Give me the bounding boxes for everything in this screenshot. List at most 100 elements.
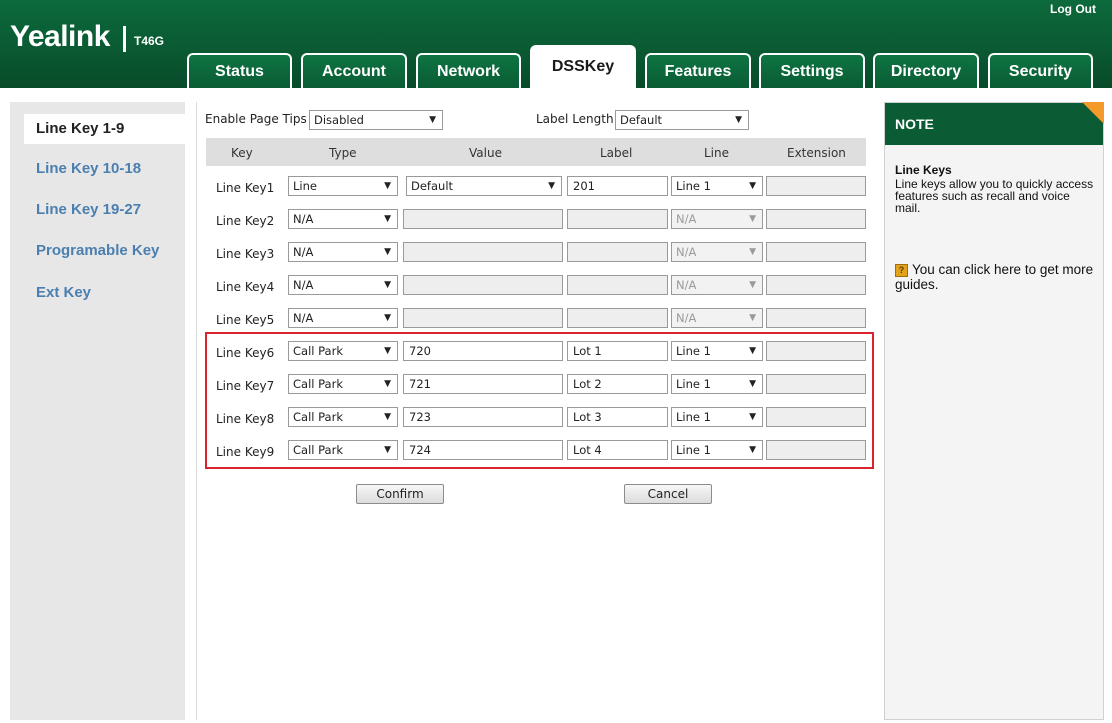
- label-input[interactable]: Lot 4: [567, 440, 668, 460]
- tab-account[interactable]: Account: [301, 53, 407, 88]
- type-select[interactable]: N/A ▼: [288, 308, 398, 328]
- line-select[interactable]: N/A ▼: [671, 209, 763, 229]
- page-tips-label: Enable Page Tips: [205, 112, 307, 126]
- guides-link-text: You can click here to get more guides.: [895, 262, 1094, 292]
- tab-dsskey[interactable]: DSSKey: [530, 45, 636, 90]
- extension-input[interactable]: [766, 341, 866, 361]
- line-select[interactable]: Line 1 ▼: [671, 341, 763, 361]
- line-select[interactable]: N/A ▼: [671, 275, 763, 295]
- extension-input[interactable]: [766, 407, 866, 427]
- sidebar-item-line-key-1-9[interactable]: Line Key 1-9: [24, 114, 185, 144]
- value-input[interactable]: [403, 308, 563, 328]
- type-select[interactable]: Call Park ▼: [288, 374, 398, 394]
- page-tips-select[interactable]: Disabled ▼: [309, 110, 443, 130]
- extension-input[interactable]: [766, 242, 866, 262]
- sidebar-item-line-key-19-27[interactable]: Line Key 19-27: [36, 201, 141, 218]
- line-value: Line 1: [676, 443, 711, 457]
- label-length-select[interactable]: Default ▼: [615, 110, 749, 130]
- label-input[interactable]: Lot 3: [567, 407, 668, 427]
- label-input[interactable]: [567, 209, 668, 229]
- sidebar-item-line-key-10-18[interactable]: Line Key 10-18: [36, 160, 141, 177]
- column-header-value: Value: [469, 146, 502, 160]
- extension-input[interactable]: [766, 176, 866, 196]
- extension-input[interactable]: [766, 209, 866, 229]
- column-header-type: Type: [329, 146, 357, 160]
- type-select[interactable]: N/A ▼: [288, 209, 398, 229]
- type-value: N/A: [293, 311, 314, 325]
- extension-input[interactable]: [766, 374, 866, 394]
- value-input[interactable]: 721: [403, 374, 563, 394]
- dropdown-arrow-icon: ▼: [384, 247, 391, 257]
- value-input[interactable]: 724: [403, 440, 563, 460]
- line-value: N/A: [676, 212, 697, 226]
- value-text: Default: [411, 179, 454, 193]
- value-select[interactable]: Default ▼: [406, 176, 562, 196]
- type-select[interactable]: N/A ▼: [288, 275, 398, 295]
- value-input[interactable]: [403, 242, 563, 262]
- tab-features[interactable]: Features: [645, 53, 751, 88]
- label-input[interactable]: [567, 308, 668, 328]
- type-select[interactable]: N/A ▼: [288, 242, 398, 262]
- tab-directory[interactable]: Directory: [873, 53, 979, 88]
- sidebar-item-programable-key[interactable]: Programable Key: [36, 242, 159, 259]
- cancel-button[interactable]: Cancel: [624, 484, 712, 504]
- tab-network[interactable]: Network: [416, 53, 521, 88]
- dropdown-arrow-icon: ▼: [548, 181, 555, 191]
- dropdown-arrow-icon: ▼: [384, 181, 391, 191]
- type-select[interactable]: Line ▼: [288, 176, 398, 196]
- column-header-label: Label: [600, 146, 633, 160]
- dropdown-arrow-icon: ▼: [384, 346, 391, 356]
- type-value: N/A: [293, 278, 314, 292]
- row-key-label: Line Key2: [216, 214, 275, 228]
- type-select[interactable]: Call Park ▼: [288, 407, 398, 427]
- page-tips-value: Disabled: [314, 113, 364, 127]
- dropdown-arrow-icon: ▼: [384, 280, 391, 290]
- value-input[interactable]: 720: [403, 341, 563, 361]
- label-input[interactable]: [567, 242, 668, 262]
- value-input[interactable]: [403, 275, 563, 295]
- confirm-button[interactable]: Confirm: [356, 484, 444, 504]
- type-value: Call Park: [293, 443, 343, 457]
- model-name: T46G: [134, 34, 165, 48]
- value-input[interactable]: 723: [403, 407, 563, 427]
- label-input[interactable]: 201: [567, 176, 668, 196]
- line-select[interactable]: N/A ▼: [671, 308, 763, 328]
- line-select[interactable]: Line 1 ▼: [671, 176, 763, 196]
- label-length-label: Label Length: [536, 112, 614, 126]
- logout-link[interactable]: Log Out: [1050, 2, 1096, 16]
- row-key-label: Line Key3: [216, 247, 275, 261]
- line-value: N/A: [676, 278, 697, 292]
- row-key-label: Line Key8: [216, 412, 275, 426]
- dropdown-arrow-icon: ▼: [749, 280, 756, 290]
- column-header-line: Line: [704, 146, 730, 160]
- label-input[interactable]: Lot 2: [567, 374, 668, 394]
- label-input[interactable]: [567, 275, 668, 295]
- line-value: N/A: [676, 245, 697, 259]
- tab-security[interactable]: Security: [988, 53, 1093, 88]
- tab-status[interactable]: Status: [187, 53, 292, 88]
- line-select[interactable]: Line 1 ▼: [671, 407, 763, 427]
- extension-input[interactable]: [766, 440, 866, 460]
- tab-settings[interactable]: Settings: [759, 53, 865, 88]
- guides-link[interactable]: ? You can click here to get more guides.: [895, 262, 1095, 292]
- line-select[interactable]: Line 1 ▼: [671, 440, 763, 460]
- line-select[interactable]: Line 1 ▼: [671, 374, 763, 394]
- dropdown-arrow-icon: ▼: [749, 247, 756, 257]
- row-key-label: Line Key4: [216, 280, 275, 294]
- extension-input[interactable]: [766, 275, 866, 295]
- label-input[interactable]: Lot 1: [567, 341, 668, 361]
- dropdown-arrow-icon: ▼: [384, 313, 391, 323]
- type-select[interactable]: Call Park ▼: [288, 341, 398, 361]
- column-header-extension: Extension: [787, 146, 846, 160]
- line-value: Line 1: [676, 410, 711, 424]
- line-value: Line 1: [676, 344, 711, 358]
- extension-input[interactable]: [766, 308, 866, 328]
- dropdown-arrow-icon: ▼: [749, 181, 756, 191]
- dropdown-arrow-icon: ▼: [749, 379, 756, 389]
- sidebar-item-ext-key[interactable]: Ext Key: [36, 284, 91, 301]
- type-value: Call Park: [293, 410, 343, 424]
- value-input[interactable]: [403, 209, 563, 229]
- line-select[interactable]: N/A ▼: [671, 242, 763, 262]
- dropdown-arrow-icon: ▼: [429, 115, 436, 125]
- type-select[interactable]: Call Park ▼: [288, 440, 398, 460]
